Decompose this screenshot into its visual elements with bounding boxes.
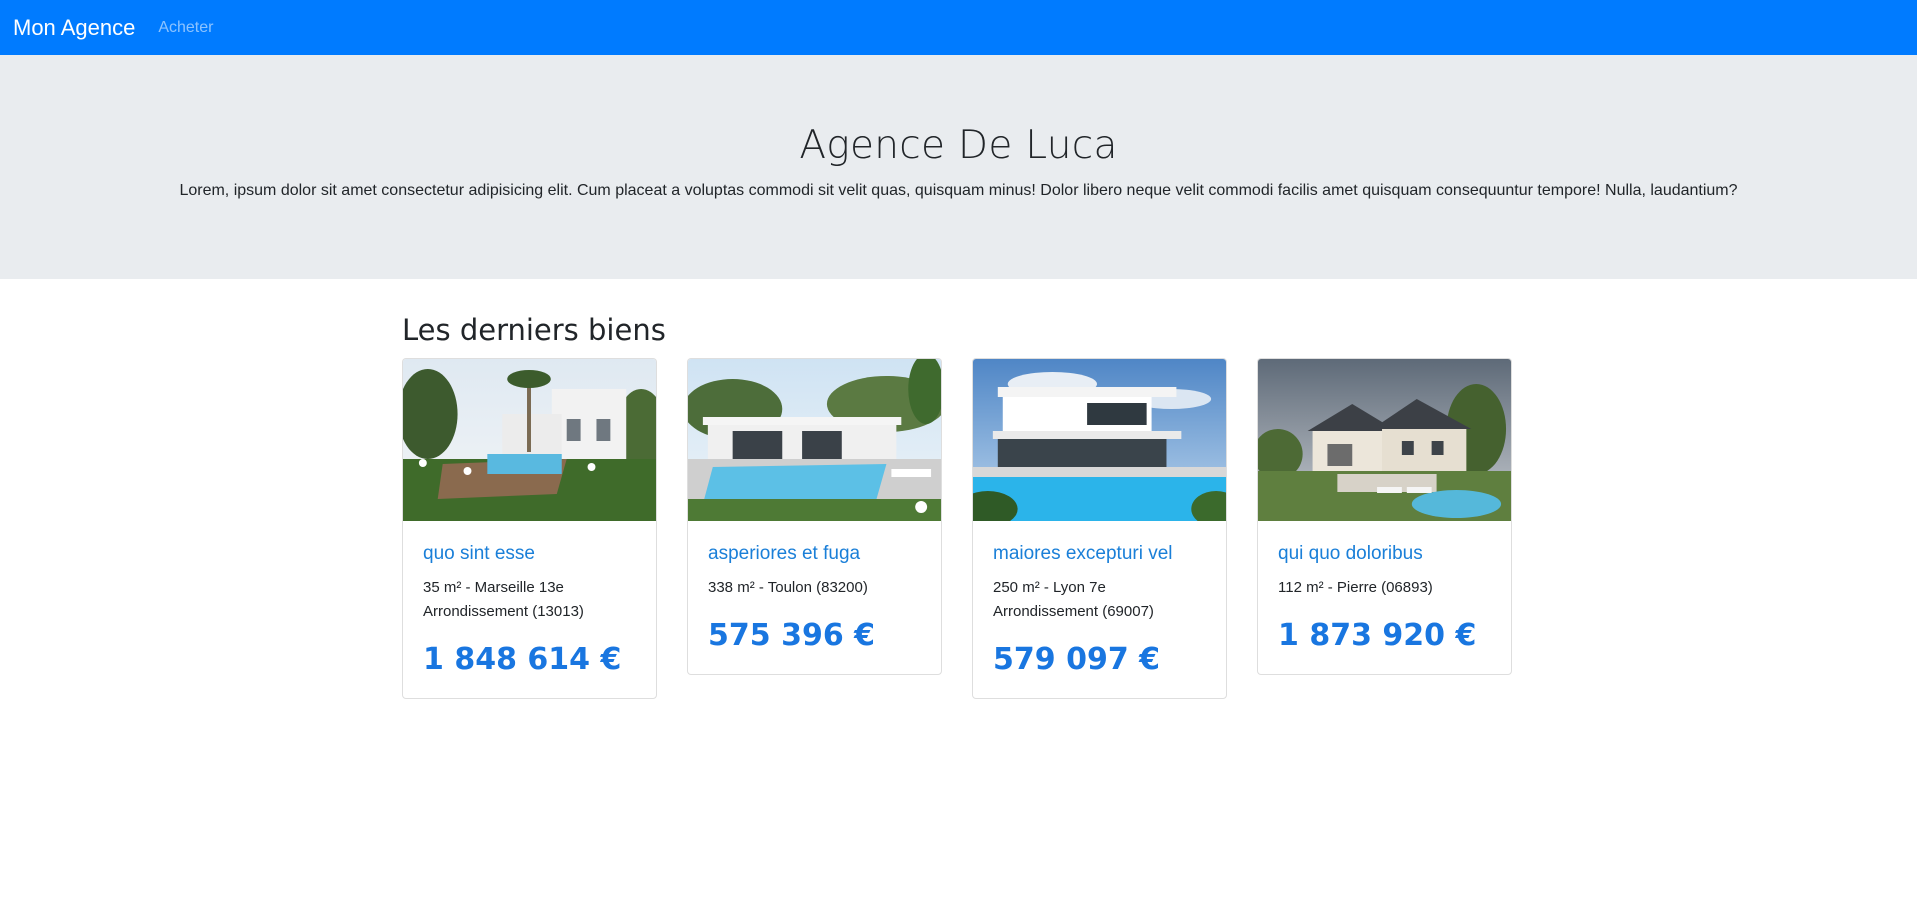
property-price: 1 848 614 € [423, 641, 622, 677]
property-details: 112 m² - Pierre (06893) [1278, 578, 1433, 596]
property-card: quo sint esse 35 m² - Marseille 13e Arro… [402, 358, 657, 699]
property-details: 250 m² - Lyon 7e Arrondissement (69007) [993, 578, 1154, 620]
property-photo[interactable] [688, 359, 941, 521]
hero: Agence De Luca Lorem, ipsum dolor sit am… [0, 55, 1917, 279]
latest-section: Les derniers biens [402, 313, 1515, 347]
hero-title: Agence De Luca [799, 123, 1118, 168]
property-photo[interactable] [403, 359, 656, 521]
property-price: 1 873 920 € [1278, 617, 1477, 653]
property-card: asperiores et fuga 338 m² - Toulon (8320… [687, 358, 942, 675]
property-details: 35 m² - Marseille 13e Arrondissement (13… [423, 578, 584, 620]
property-price: 579 097 € [993, 641, 1161, 677]
property-cards: quo sint esse 35 m² - Marseille 13e Arro… [402, 358, 1542, 699]
property-details: 338 m² - Toulon (83200) [708, 578, 868, 596]
property-card: maiores excepturi vel 250 m² - Lyon 7e A… [972, 358, 1227, 699]
brand-link[interactable]: Mon Agence [13, 15, 135, 41]
property-photo[interactable] [1258, 359, 1511, 521]
nav-link-acheter[interactable]: Acheter [158, 19, 213, 37]
property-title-link[interactable]: asperiores et fuga [708, 543, 921, 566]
property-title-link[interactable]: qui quo doloribus [1278, 543, 1491, 566]
property-photo[interactable] [973, 359, 1226, 521]
navbar: Mon Agence Acheter [0, 0, 1917, 55]
section-heading: Les derniers biens [402, 313, 666, 347]
property-card: qui quo doloribus 112 m² - Pierre (06893… [1257, 358, 1512, 675]
property-title-link[interactable]: quo sint esse [423, 543, 636, 566]
hero-lead: Lorem, ipsum dolor sit amet consectetur … [179, 182, 1738, 199]
property-title-link[interactable]: maiores excepturi vel [993, 543, 1206, 566]
property-price: 575 396 € [708, 617, 876, 653]
